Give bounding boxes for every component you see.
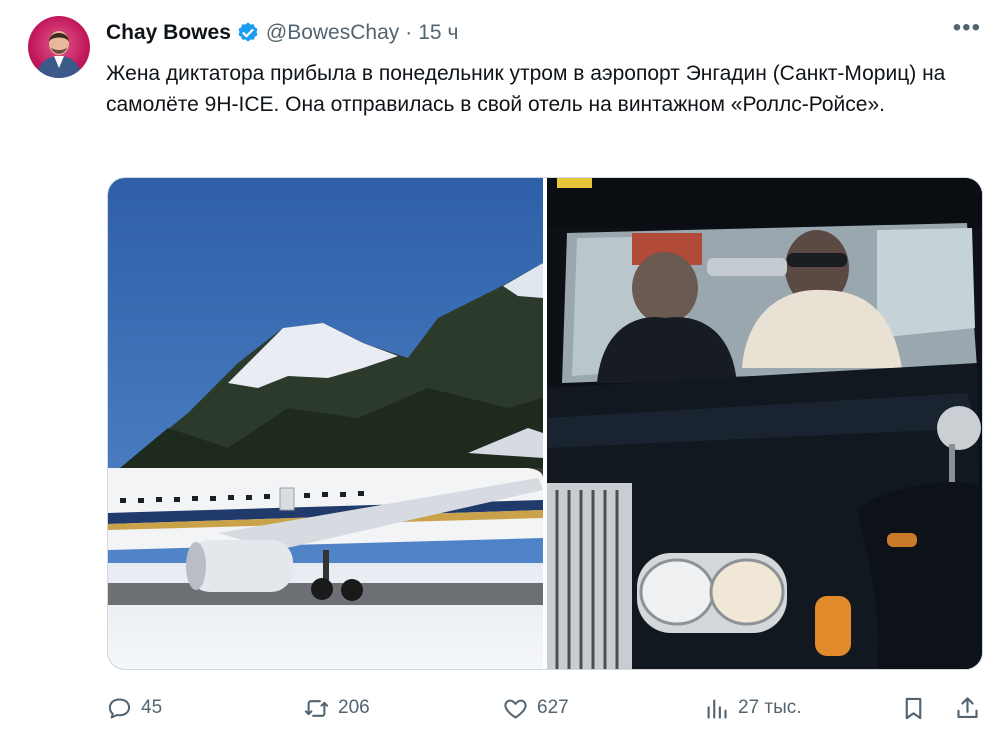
action-bar: 45 206 627 27 тыс. xyxy=(106,690,986,726)
media-grid xyxy=(107,177,983,670)
reply-button[interactable]: 45 xyxy=(106,690,162,726)
share-button[interactable] xyxy=(954,690,989,726)
verified-badge-icon xyxy=(238,22,258,42)
reply-icon xyxy=(108,697,131,719)
bookmark-button[interactable] xyxy=(900,690,935,726)
retweet-icon xyxy=(304,699,329,717)
tweet-text: Жена диктатора прибыла в понедельник утр… xyxy=(106,62,946,116)
retweet-count: 206 xyxy=(338,697,370,718)
reply-count: 45 xyxy=(141,697,163,718)
like-count: 627 xyxy=(537,697,569,718)
share-icon xyxy=(957,696,978,718)
author-name[interactable]: Chay Bowes xyxy=(106,21,231,45)
author-handle[interactable]: @BowesChay xyxy=(266,21,399,45)
views-chart-icon xyxy=(707,699,727,719)
retweet-button[interactable]: 206 xyxy=(303,690,370,726)
avatar[interactable] xyxy=(28,16,90,78)
bookmark-icon xyxy=(905,697,922,719)
media-photo-airplane[interactable] xyxy=(108,178,543,669)
views-button[interactable]: 27 тыс. xyxy=(703,690,802,726)
tweet-time[interactable]: 15 ч xyxy=(418,21,458,45)
like-button[interactable]: 627 xyxy=(502,690,569,726)
header-separator: · xyxy=(405,21,413,44)
heart-icon xyxy=(504,699,527,719)
more-options-icon[interactable]: ••• xyxy=(953,14,981,42)
media-photo-rolls-royce[interactable] xyxy=(547,178,982,669)
avatar-portrait-icon xyxy=(36,31,82,78)
views-count: 27 тыс. xyxy=(738,697,802,718)
tweet-header: Chay Bowes @BowesChay · 15 ч xyxy=(106,18,985,48)
